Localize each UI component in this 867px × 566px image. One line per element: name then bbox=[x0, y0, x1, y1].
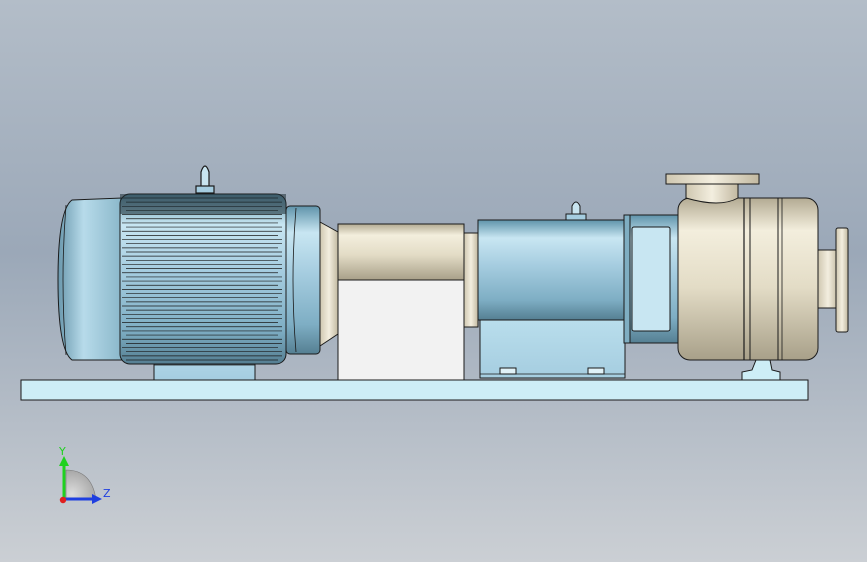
motor-adapter-cone[interactable] bbox=[319, 221, 339, 347]
motor-end-cap[interactable] bbox=[57, 197, 123, 361]
motor-fin-shadow bbox=[120, 194, 286, 214]
x-axis-point bbox=[59, 496, 67, 504]
z-axis-label: Z bbox=[103, 487, 111, 500]
pump-casing[interactable] bbox=[677, 197, 819, 361]
suction-nozzle[interactable] bbox=[817, 249, 839, 309]
coupling-guard[interactable] bbox=[337, 223, 465, 281]
y-axis-label: Y bbox=[58, 445, 66, 458]
frame-foot-bolt bbox=[587, 367, 605, 375]
discharge-nozzle[interactable] bbox=[685, 183, 739, 204]
frame-foot-bolt bbox=[499, 367, 517, 375]
coupling-support[interactable] bbox=[337, 279, 465, 381]
adapter-window bbox=[631, 226, 671, 332]
bearing-frame[interactable] bbox=[477, 219, 625, 321]
baseplate[interactable] bbox=[20, 379, 809, 401]
suction-flange[interactable] bbox=[835, 227, 849, 333]
motor-housing[interactable] bbox=[119, 193, 287, 365]
motor-front-flange[interactable] bbox=[285, 205, 321, 355]
shaft-collar[interactable] bbox=[463, 232, 479, 328]
discharge-flange[interactable] bbox=[665, 173, 760, 185]
cad-viewport[interactable]: Y Z bbox=[0, 0, 867, 562]
